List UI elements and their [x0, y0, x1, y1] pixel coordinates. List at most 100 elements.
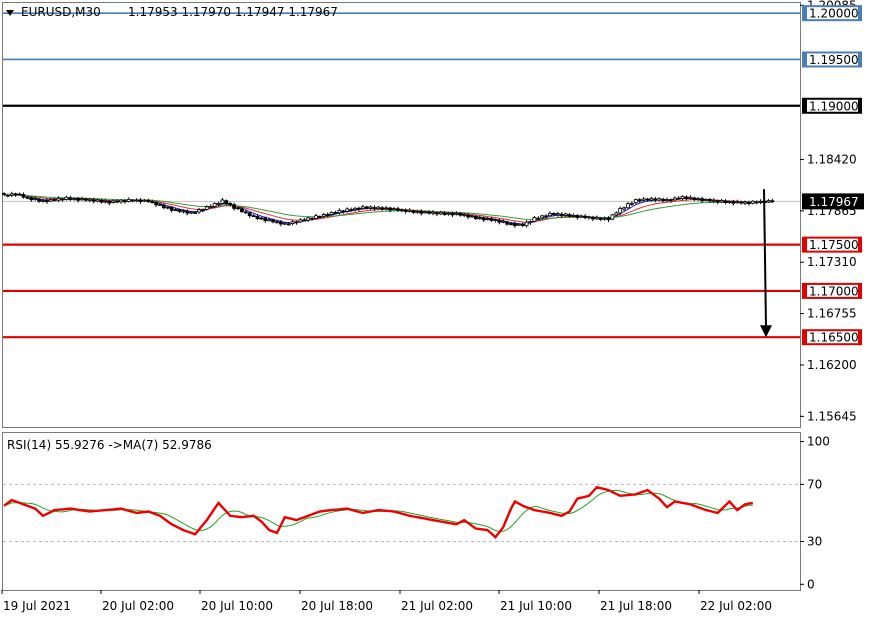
- candle-body: [696, 198, 701, 201]
- time-tick-label: 20 Jul 18:00: [301, 599, 373, 613]
- candle-body: [532, 217, 537, 222]
- candle-body: [548, 212, 552, 217]
- candle-body: [158, 204, 162, 207]
- candle-body: [290, 221, 295, 224]
- candle-body: [29, 197, 34, 201]
- candle-body: [739, 201, 743, 204]
- candle-body: [138, 199, 143, 203]
- candle-body: [337, 209, 342, 214]
- candle-body: [306, 217, 311, 221]
- candle-body: [37, 198, 41, 202]
- candle-body: [220, 199, 225, 204]
- candle-body: [434, 212, 439, 215]
- candle-body: [302, 219, 307, 222]
- candle-body: [485, 218, 490, 221]
- candle-body: [446, 212, 451, 215]
- candle-body: [427, 211, 432, 214]
- candle-body: [555, 213, 560, 216]
- candle-body: [637, 199, 642, 202]
- candle-body: [672, 197, 677, 201]
- price-tick-label: 1.17310: [807, 255, 857, 269]
- candle-body: [399, 209, 404, 211]
- candle-body: [462, 214, 467, 217]
- time-tick-label: 21 Jul 18:00: [600, 599, 672, 613]
- candle-body: [224, 200, 229, 205]
- candle-body: [64, 196, 69, 200]
- candle-body: [115, 200, 119, 203]
- candle-body: [392, 208, 396, 211]
- candle-body: [341, 210, 346, 213]
- price-tag-label: 1.17500: [809, 238, 859, 252]
- candle-body: [33, 198, 38, 201]
- candle-body: [509, 223, 513, 225]
- candle-body: [622, 207, 626, 210]
- rsi-tick-label: 100: [807, 435, 830, 449]
- candle-body: [294, 221, 299, 224]
- candle-body: [680, 196, 685, 200]
- candle-body: [103, 200, 108, 203]
- candle-body: [587, 216, 591, 219]
- candle-body: [232, 204, 237, 209]
- candle-body: [594, 217, 599, 220]
- rsi-tick-label: 70: [807, 477, 822, 491]
- candle-body: [21, 194, 26, 198]
- time-tick-label: 20 Jul 02:00: [102, 599, 174, 613]
- candle-body: [591, 217, 595, 220]
- candle-body: [278, 221, 283, 225]
- candle-body: [641, 198, 646, 201]
- candle-body: [501, 220, 506, 223]
- candle-body: [571, 214, 576, 217]
- candle-body: [314, 215, 318, 219]
- candle-body: [123, 200, 127, 203]
- candle-body: [60, 198, 65, 201]
- candle-body: [653, 198, 658, 201]
- candle-body: [68, 197, 73, 200]
- price-tag-label: 1.19000: [809, 99, 859, 113]
- price-tag-label: 1.19500: [809, 53, 859, 67]
- candle-body: [727, 201, 732, 203]
- candle-body: [286, 223, 291, 226]
- candle-body: [48, 199, 53, 202]
- candle-body: [216, 202, 221, 205]
- candle-body: [181, 210, 186, 213]
- candle-body: [540, 215, 545, 219]
- candle-body: [758, 200, 763, 203]
- candle-body: [692, 197, 697, 201]
- candle-body: [243, 211, 248, 214]
- candle-body: [473, 216, 478, 220]
- candle-body: [513, 223, 517, 226]
- candle-body: [403, 209, 408, 212]
- candle-body: [567, 214, 572, 217]
- candle-body: [111, 200, 116, 203]
- candle-body: [130, 199, 135, 202]
- candle-body: [13, 193, 18, 196]
- candle-body: [602, 217, 607, 220]
- candle-body: [419, 210, 424, 214]
- current-price-label: 1.17967: [809, 195, 859, 209]
- rsi-indicator-label: RSI(14) 55.9276 ->MA(7) 52.9786: [7, 438, 212, 452]
- candle-body: [633, 199, 638, 204]
- trading-chart-window[interactable]: 1.200851.184201.178651.173101.167551.162…: [0, 0, 875, 625]
- price-tick-label: 1.16755: [807, 307, 857, 321]
- candle-body: [185, 211, 190, 214]
- candle-body: [700, 198, 704, 202]
- candle-body: [731, 201, 736, 204]
- candle-body: [271, 219, 276, 223]
- candle-body: [497, 219, 502, 223]
- candle-body: [236, 207, 240, 210]
- candle-body: [407, 209, 412, 212]
- candle-body: [645, 198, 650, 201]
- candle-body: [606, 217, 611, 221]
- candle-body: [411, 210, 416, 213]
- candle-body: [95, 199, 100, 202]
- time-tick-label: 22 Jul 02:00: [700, 599, 772, 613]
- chart-canvas[interactable]: 1.200851.184201.178651.173101.167551.162…: [0, 0, 875, 625]
- candle-body: [333, 212, 338, 214]
- candle-body: [321, 214, 326, 217]
- price-panel[interactable]: [2, 2, 801, 428]
- candle-body: [353, 207, 357, 211]
- candle-body: [345, 208, 350, 212]
- candle-body: [528, 221, 533, 224]
- price-tick-label: 1.18420: [807, 152, 857, 166]
- candle-body: [87, 198, 92, 201]
